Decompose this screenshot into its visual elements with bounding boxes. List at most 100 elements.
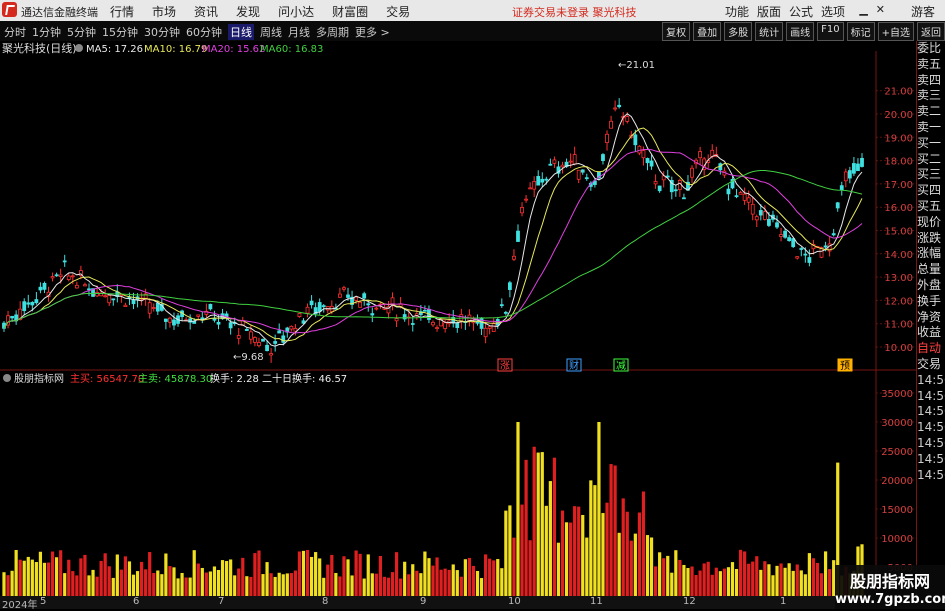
quote-field-label: 卖二 xyxy=(917,104,942,119)
quote-field-label[interactable]: 自动 xyxy=(917,341,945,357)
period-tab[interactable]: 1分钟 xyxy=(32,24,61,40)
candle-body xyxy=(843,171,848,182)
tool-button[interactable]: 统计 xyxy=(755,22,784,41)
candle-body xyxy=(172,319,176,326)
trade-time: 14:56 xyxy=(917,467,945,482)
month-label: 11 xyxy=(590,596,603,607)
period-tab[interactable]: 多周期 xyxy=(316,24,349,40)
menu-item-quotes[interactable]: 行情 xyxy=(110,3,134,20)
candle-body xyxy=(151,307,156,309)
tool-button[interactable]: 叠加 xyxy=(693,22,722,41)
volume-bar xyxy=(354,550,358,596)
volume-bar xyxy=(690,566,694,596)
candle-body xyxy=(362,293,367,299)
kline-chart[interactable]: 21.00 20.00 19.00 18.00 17.00 16.00 15.00 14.00… xyxy=(0,41,916,596)
menu-item-function[interactable]: 功能 xyxy=(725,3,749,20)
candle-body xyxy=(847,170,852,179)
event-marker-label: 涨 xyxy=(500,360,510,372)
period-tab[interactable]: 月线 xyxy=(288,24,310,40)
menu-item-discover[interactable]: 发现 xyxy=(236,3,260,20)
tool-button[interactable]: 复权 xyxy=(662,22,691,41)
volume-bar xyxy=(22,560,26,596)
volume-bar xyxy=(91,569,95,596)
login-notice[interactable]: 证券交易未登录 聚光科技 xyxy=(512,4,637,20)
period-tab[interactable]: 更多 > xyxy=(355,24,390,40)
menu-item-news[interactable]: 资讯 xyxy=(194,3,218,20)
tool-button[interactable]: 返回 xyxy=(917,22,945,41)
close-icon[interactable]: ✕ xyxy=(876,3,885,16)
volume-bar xyxy=(277,572,281,596)
tool-button[interactable]: 多股 xyxy=(724,22,753,41)
candle-body xyxy=(269,353,274,356)
volume-bar xyxy=(415,570,419,596)
candle-body xyxy=(613,107,618,110)
volume-bar xyxy=(734,568,739,596)
period-tab[interactable]: 15分钟 xyxy=(102,24,138,40)
volume-bar xyxy=(245,576,249,596)
volume-bar xyxy=(38,551,43,596)
candle-body xyxy=(665,175,670,178)
volume-bar xyxy=(241,557,245,596)
candle-body xyxy=(507,282,512,290)
candle-body xyxy=(253,337,257,343)
menu-item-options[interactable]: 选项 xyxy=(821,3,845,20)
candle-body xyxy=(423,309,427,312)
period-tab[interactable]: 30分钟 xyxy=(144,24,180,40)
volume-bar xyxy=(378,555,382,596)
candle-body xyxy=(435,327,439,329)
candle-body xyxy=(305,306,310,314)
volume-bar xyxy=(674,550,678,596)
menu-item-market[interactable]: 市场 xyxy=(152,3,176,20)
candle-body xyxy=(34,299,39,304)
tool-button[interactable]: 标记 xyxy=(846,22,875,41)
period-tab[interactable]: 5分钟 xyxy=(67,24,96,40)
menu-item-trade[interactable]: 交易 xyxy=(386,3,410,20)
volume-bar xyxy=(653,566,658,596)
month-label: 1 xyxy=(780,596,787,607)
volume-bar xyxy=(370,573,374,596)
candle-body xyxy=(297,313,302,317)
volume-bar xyxy=(597,422,601,596)
volume-bar xyxy=(467,557,472,596)
volume-bar xyxy=(87,575,91,596)
volume-bar xyxy=(269,573,273,596)
period-tab[interactable]: 日线 xyxy=(228,24,254,40)
period-tab[interactable]: 60分钟 xyxy=(186,24,222,40)
user-label[interactable]: 游客 xyxy=(911,3,935,20)
volume-bar xyxy=(447,569,451,596)
candle-body xyxy=(83,284,87,287)
candle-body xyxy=(572,154,577,165)
menu-item-formula[interactable]: 公式 xyxy=(789,3,813,20)
candle-body xyxy=(10,316,14,319)
quote-field-label[interactable]: 交易 xyxy=(917,357,945,373)
tool-button[interactable]: F10 xyxy=(817,22,844,41)
volume-bar xyxy=(556,542,561,596)
volume-bar xyxy=(492,560,496,596)
tool-button[interactable]: +自选 xyxy=(877,22,914,41)
volume-bar xyxy=(536,452,540,596)
volume-bar xyxy=(10,570,14,596)
period-tab[interactable]: 周线 xyxy=(260,24,282,40)
candle-body xyxy=(839,185,844,191)
price-axis-label: 18.00 xyxy=(884,157,913,168)
price-axis-label: 12.00 xyxy=(884,296,913,307)
tool-button[interactable]: 画线 xyxy=(786,22,815,41)
candle-body xyxy=(552,159,557,164)
volume-bar xyxy=(71,571,75,596)
candle-body xyxy=(609,120,613,129)
volume-bar xyxy=(718,571,722,596)
candle-body xyxy=(503,311,508,314)
candle-body xyxy=(212,318,217,321)
volume-bar xyxy=(722,568,726,596)
menu-item-layout[interactable]: 版面 xyxy=(757,3,781,20)
candle-body xyxy=(673,189,678,192)
chart-area[interactable]: 21.00 20.00 19.00 18.00 17.00 16.00 15.00 14.00… xyxy=(0,41,916,596)
menu-item-wealth[interactable]: 财富圈 xyxy=(332,3,368,20)
volume-bar xyxy=(641,491,646,596)
minimize-icon[interactable]: ▁ xyxy=(859,3,867,16)
period-tab[interactable]: 分时 xyxy=(4,24,26,40)
candle-body xyxy=(779,234,783,237)
menu-item-ask[interactable]: 问小达 xyxy=(278,3,314,20)
month-label: 10 xyxy=(508,596,521,607)
candle-body xyxy=(366,303,371,306)
